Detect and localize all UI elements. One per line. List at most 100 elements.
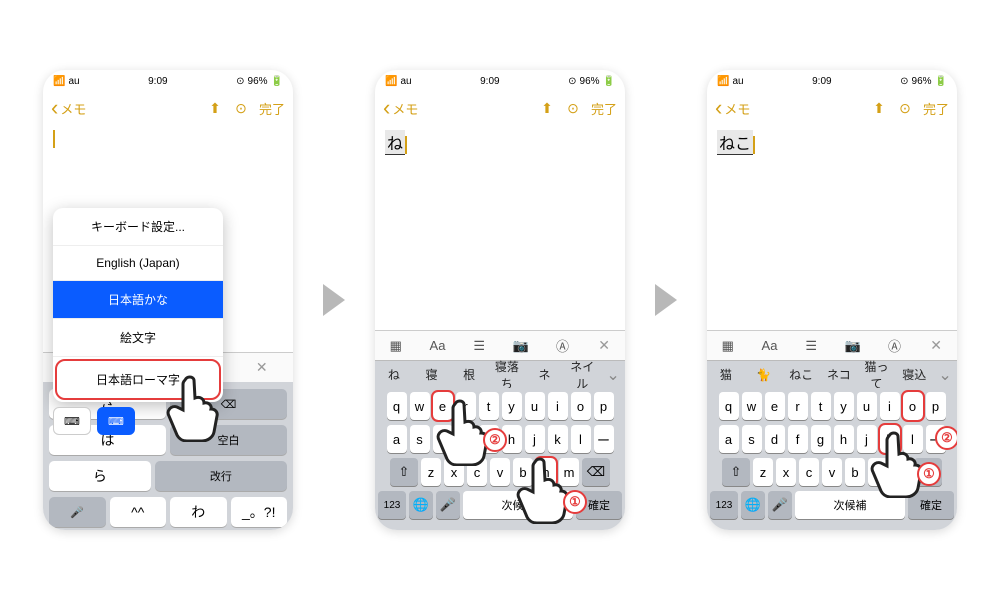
key-f[interactable]: f bbox=[788, 425, 808, 453]
key-t[interactable]: t bbox=[811, 392, 831, 420]
key-z[interactable]: z bbox=[753, 458, 773, 486]
back-button[interactable]: メモ bbox=[715, 95, 750, 121]
menu-romaji[interactable]: 日本語ローマ字 bbox=[55, 359, 221, 400]
key-j[interactable]: j bbox=[525, 425, 545, 453]
menu-kana[interactable]: 日本語かな bbox=[53, 281, 223, 319]
key-i[interactable]: i bbox=[548, 392, 568, 420]
key-y[interactable]: y bbox=[502, 392, 522, 420]
key-j[interactable]: j bbox=[857, 425, 877, 453]
suggestion[interactable]: ネ bbox=[526, 366, 564, 383]
mic-key[interactable]: 🎤 bbox=[768, 491, 792, 519]
numbers-key[interactable]: 123 bbox=[710, 491, 738, 519]
back-button[interactable]: メモ bbox=[51, 95, 86, 121]
text-format-icon[interactable]: Aa bbox=[426, 335, 448, 357]
suggestion[interactable]: ねこ bbox=[782, 366, 820, 383]
key-x[interactable]: x bbox=[776, 458, 796, 486]
share-icon[interactable]: ⬆ bbox=[207, 100, 223, 116]
kana-key[interactable]: ら bbox=[49, 461, 151, 491]
globe-key[interactable]: 🌐 bbox=[409, 491, 433, 519]
key-o[interactable]: o bbox=[903, 392, 923, 420]
suggestion[interactable]: 寝込 bbox=[895, 366, 933, 383]
keyboard-icon[interactable]: ⌨ bbox=[53, 407, 91, 435]
key-k[interactable]: k bbox=[548, 425, 568, 453]
key-e[interactable]: e bbox=[765, 392, 785, 420]
table-icon[interactable]: ▦ bbox=[385, 335, 407, 357]
numbers-key[interactable]: 123 bbox=[378, 491, 406, 519]
key-s[interactable]: s bbox=[410, 425, 430, 453]
space-key[interactable]: 次候補 bbox=[795, 491, 905, 519]
mic-key[interactable]: 🎤 bbox=[49, 497, 106, 527]
key-b[interactable]: b bbox=[845, 458, 865, 486]
suggestion[interactable]: ネイル bbox=[563, 358, 601, 392]
kana-key[interactable]: わ bbox=[170, 497, 227, 527]
key-e[interactable]: e bbox=[433, 392, 453, 420]
suggestion[interactable]: 🐈 bbox=[745, 368, 783, 382]
key-f[interactable]: f bbox=[456, 425, 476, 453]
return-key[interactable]: 確定 bbox=[908, 491, 954, 519]
key-w[interactable]: w bbox=[410, 392, 430, 420]
key-k[interactable]: k bbox=[880, 425, 900, 453]
key-h[interactable]: h bbox=[834, 425, 854, 453]
space-key[interactable]: 空白 bbox=[170, 425, 287, 455]
key-r[interactable]: r bbox=[788, 392, 808, 420]
suggestion[interactable]: 根 bbox=[450, 366, 488, 383]
key-b[interactable]: b bbox=[513, 458, 533, 486]
key-d[interactable]: d bbox=[765, 425, 785, 453]
key-a[interactable]: a bbox=[387, 425, 407, 453]
menu-keyboard-settings[interactable]: キーボード設定... bbox=[53, 208, 223, 246]
space-key[interactable]: 次候補 bbox=[463, 491, 573, 519]
mic-key[interactable]: 🎤 bbox=[436, 491, 460, 519]
marker-icon[interactable]: Ⓐ bbox=[551, 335, 573, 357]
key-y[interactable]: y bbox=[834, 392, 854, 420]
key-c[interactable]: c bbox=[799, 458, 819, 486]
suggestion[interactable]: ネコ bbox=[820, 366, 858, 383]
done-button[interactable]: 完了 bbox=[923, 99, 949, 118]
share-icon[interactable]: ⬆ bbox=[871, 100, 887, 116]
key-q[interactable]: q bbox=[387, 392, 407, 420]
key-l[interactable]: l bbox=[903, 425, 923, 453]
back-button[interactable]: メモ bbox=[383, 95, 418, 121]
key-r[interactable]: r bbox=[456, 392, 476, 420]
table-icon[interactable]: ▦ bbox=[717, 335, 739, 357]
keyboard-icon-selected[interactable]: ⌨ bbox=[97, 407, 135, 435]
menu-english[interactable]: English (Japan) bbox=[53, 246, 223, 281]
key-n[interactable]: n bbox=[536, 458, 556, 486]
key-p[interactable]: p bbox=[926, 392, 946, 420]
key-g[interactable]: g bbox=[811, 425, 831, 453]
key-z[interactable]: z bbox=[421, 458, 441, 486]
list-icon[interactable]: ☰ bbox=[468, 335, 490, 357]
key-t[interactable]: t bbox=[479, 392, 499, 420]
key-q[interactable]: q bbox=[719, 392, 739, 420]
suggestion[interactable]: ね bbox=[375, 366, 413, 383]
close-icon[interactable]: ✕ bbox=[593, 335, 615, 357]
key-dash[interactable]: ー bbox=[594, 425, 614, 453]
key-a[interactable]: a bbox=[719, 425, 739, 453]
suggestion[interactable]: 寝落ち bbox=[488, 358, 526, 392]
expand-suggestions-icon[interactable]: ⌄ bbox=[933, 365, 957, 385]
key-s[interactable]: s bbox=[742, 425, 762, 453]
suggestion[interactable]: 寝 bbox=[413, 366, 451, 383]
camera-icon[interactable]: 📷 bbox=[510, 335, 532, 357]
more-icon[interactable]: ⊙ bbox=[233, 100, 249, 116]
note-editor[interactable]: ねこ bbox=[707, 124, 957, 330]
key-u[interactable]: u bbox=[525, 392, 545, 420]
globe-key[interactable]: 🌐 bbox=[741, 491, 765, 519]
note-editor[interactable]: ね bbox=[375, 124, 625, 330]
shift-key[interactable]: ⇧ bbox=[390, 458, 418, 486]
close-icon[interactable]: ✕ bbox=[251, 357, 273, 379]
key-u[interactable]: u bbox=[857, 392, 877, 420]
done-button[interactable]: 完了 bbox=[259, 99, 285, 118]
kana-key[interactable]: _。?! bbox=[231, 497, 288, 527]
key-x[interactable]: x bbox=[444, 458, 464, 486]
list-icon[interactable]: ☰ bbox=[800, 335, 822, 357]
more-icon[interactable]: ⊙ bbox=[897, 100, 913, 116]
key-p[interactable]: p bbox=[594, 392, 614, 420]
key-o[interactable]: o bbox=[571, 392, 591, 420]
key-v[interactable]: v bbox=[822, 458, 842, 486]
marker-icon[interactable]: Ⓐ bbox=[883, 335, 905, 357]
key-i[interactable]: i bbox=[880, 392, 900, 420]
more-icon[interactable]: ⊙ bbox=[565, 100, 581, 116]
close-icon[interactable]: ✕ bbox=[925, 335, 947, 357]
done-button[interactable]: 完了 bbox=[591, 99, 617, 118]
key-c[interactable]: c bbox=[467, 458, 487, 486]
